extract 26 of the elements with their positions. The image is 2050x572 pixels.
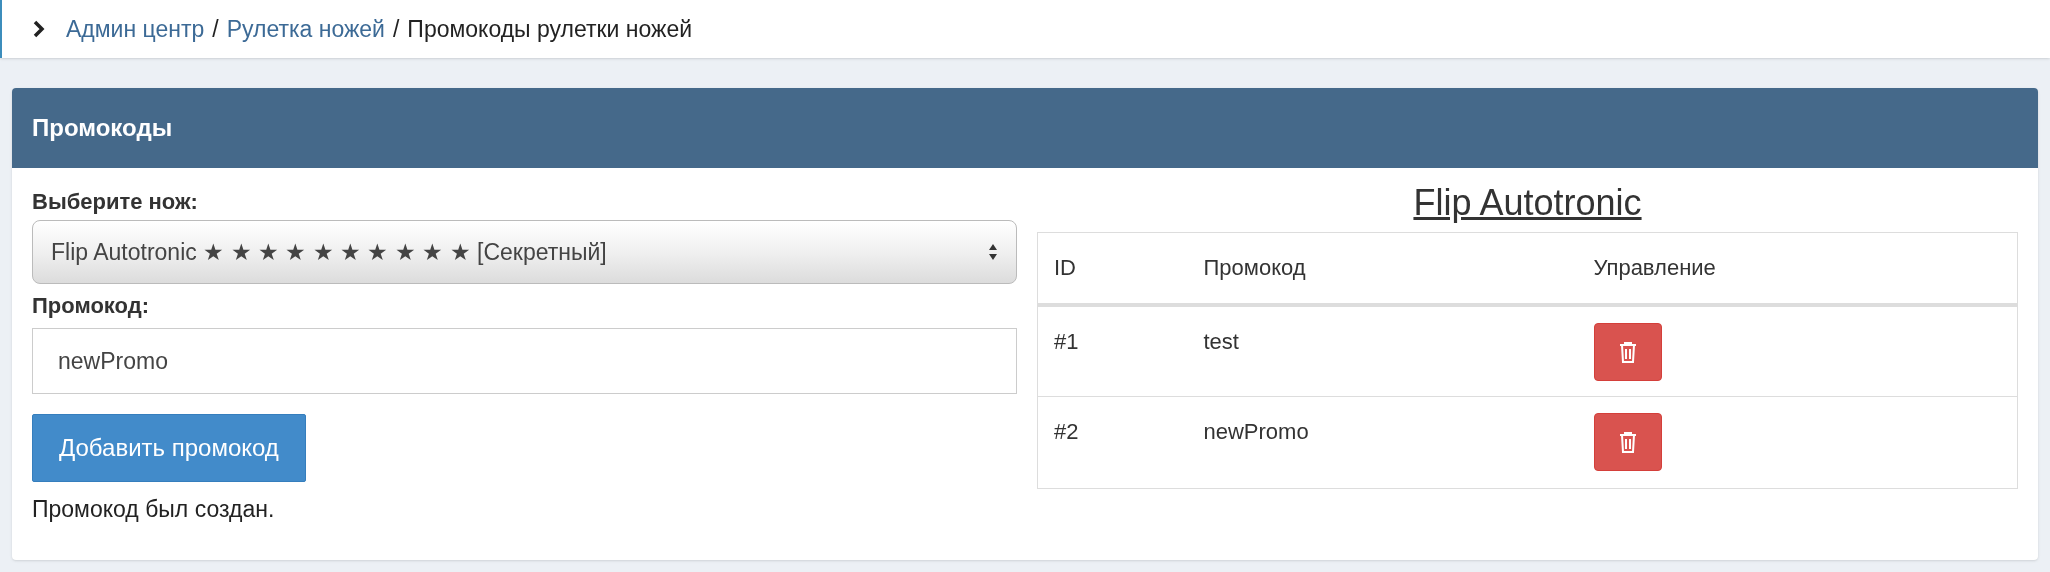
knife-select[interactable]: Flip Autotronic ★ ★ ★ ★ ★ ★ ★ ★ ★ ★ [Секретный]	[32, 220, 1017, 284]
table-cell: #1	[1037, 304, 1188, 397]
breadcrumb-separator: /	[392, 14, 400, 44]
trash-icon	[1618, 340, 1637, 363]
promo-input[interactable]: newPromo	[32, 328, 1017, 394]
knife-title: Flip Autotronic	[1413, 181, 1642, 225]
dropdown-arrows-icon	[988, 242, 998, 262]
table-cell: newPromo	[1187, 396, 1578, 489]
field-label: Промокод:	[32, 292, 150, 320]
status-message: Промокод был создан.	[32, 495, 276, 524]
breadcrumb-separator: /	[212, 14, 219, 44]
breadcrumb-current: Промокоды рулетки ножей	[407, 14, 693, 44]
column-header: Промокод	[1187, 232, 1578, 305]
trash-icon	[1618, 431, 1637, 453]
breadcrumb-link[interactable]: Админ центр	[66, 11, 205, 47]
breadcrumb-link[interactable]: Рулетка ножей	[226, 11, 385, 47]
delete-button[interactable]	[1593, 322, 1662, 381]
chevron-right-icon	[32, 19, 46, 39]
delete-button[interactable]	[1593, 413, 1662, 471]
table-cell: test	[1187, 304, 1578, 397]
table-cell: #2	[1037, 396, 1188, 489]
column-header: Управление	[1577, 232, 2018, 305]
column-header: ID	[1037, 232, 1188, 305]
panel-title: Промокоды	[32, 113, 173, 143]
field-label: Выберите нож:	[32, 188, 199, 216]
add-promo-button[interactable]: Добавить промокод	[32, 414, 306, 482]
